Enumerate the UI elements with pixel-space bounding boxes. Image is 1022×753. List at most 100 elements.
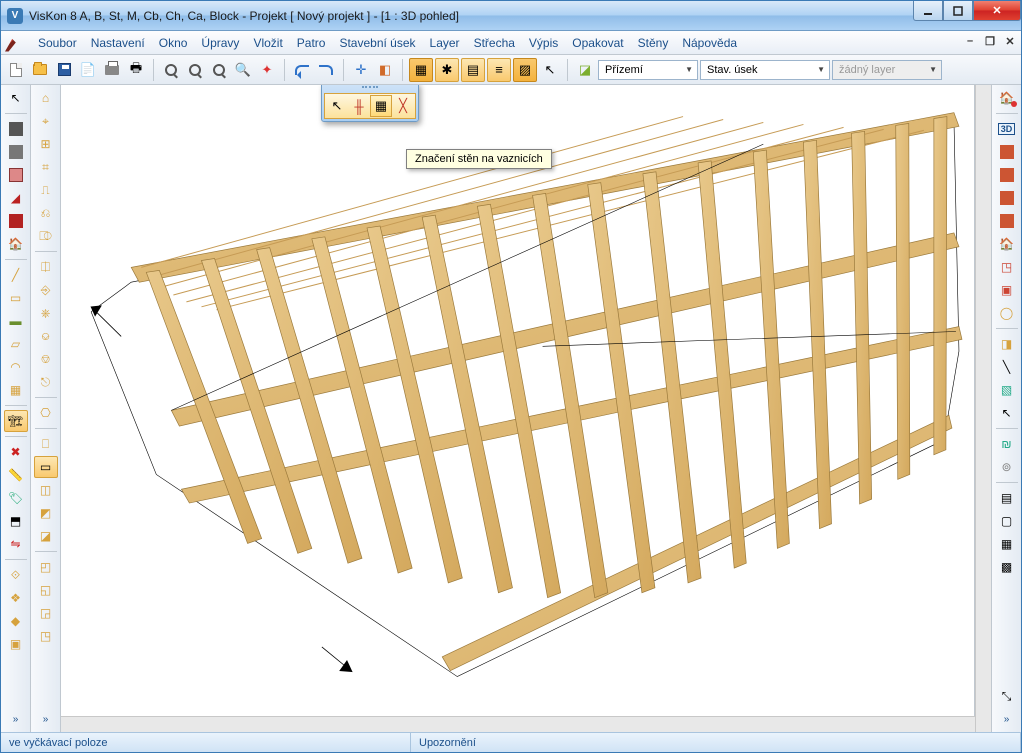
b-tool-19[interactable]: ◪: [34, 525, 58, 547]
redo-button[interactable]: [315, 59, 337, 81]
chevron-down-button-r[interactable]: »: [995, 708, 1019, 730]
zoom-fit-button[interactable]: [208, 59, 230, 81]
menu-layer[interactable]: Layer: [423, 33, 467, 53]
cursor-tool[interactable]: ↖: [4, 87, 28, 109]
b-tool-13[interactable]: ⎋: [34, 371, 58, 393]
view-panel[interactable]: ▣: [995, 279, 1019, 301]
gripper-icon[interactable]: [362, 86, 378, 89]
b-tool-18[interactable]: ◩: [34, 502, 58, 524]
home-view-button[interactable]: 🏠: [995, 87, 1019, 109]
b-tool-21[interactable]: ◱: [34, 579, 58, 601]
b-tool-14[interactable]: ⎔: [34, 402, 58, 424]
print-preview-button[interactable]: 🖶: [125, 59, 147, 81]
menu-patro[interactable]: Patro: [290, 33, 333, 53]
floating-toolbar[interactable]: ↖ ╫ ▦ ╳: [321, 85, 419, 122]
roof-tool[interactable]: ◢: [4, 187, 28, 209]
view-red-4[interactable]: [995, 210, 1019, 232]
float-mark-walls-button[interactable]: ▦: [370, 95, 392, 117]
walls-toggle-button[interactable]: ≡: [487, 58, 511, 82]
open-file-button[interactable]: [29, 59, 51, 81]
b-tool-10[interactable]: ⎈: [34, 302, 58, 324]
section-tool[interactable]: ⬒: [4, 510, 28, 532]
tool-r2[interactable]: ╲: [995, 356, 1019, 378]
layers-toggle-button[interactable]: ▤: [461, 58, 485, 82]
plate-tool[interactable]: ▱: [4, 333, 28, 355]
select-button[interactable]: ↖: [539, 59, 561, 81]
b-tool-1[interactable]: ⌂: [34, 87, 58, 109]
b-tool-3[interactable]: ⊞: [34, 133, 58, 155]
save-button[interactable]: [53, 59, 75, 81]
window-tool[interactable]: [4, 164, 28, 186]
maximize-button[interactable]: [943, 1, 973, 21]
minimize-button[interactable]: [913, 1, 943, 21]
slab-tool[interactable]: [4, 141, 28, 163]
mdi-close-button[interactable]: ✕: [1003, 34, 1017, 48]
house-tool[interactable]: 🏠: [4, 233, 28, 255]
expand-right-button[interactable]: ⤡: [995, 685, 1019, 707]
b-tool-17[interactable]: ◫: [34, 479, 58, 501]
snap-toggle-button[interactable]: ✱: [435, 58, 459, 82]
extras-3[interactable]: ◆: [4, 610, 28, 632]
tag-tool[interactable]: 🏷: [4, 487, 28, 509]
b-tool-4[interactable]: ⌗: [34, 156, 58, 178]
arc-tool[interactable]: ◠: [4, 356, 28, 378]
menu-soubor[interactable]: Soubor: [31, 33, 84, 53]
layer-dropdown[interactable]: žádný layer ▼: [832, 60, 942, 80]
line-tool[interactable]: ╱: [4, 264, 28, 286]
view-circle[interactable]: ◯: [995, 302, 1019, 324]
mdi-minimize-button[interactable]: –: [963, 34, 977, 48]
view-3d-button[interactable]: 3D: [995, 118, 1019, 140]
floor-dropdown[interactable]: Přízemí ▼: [598, 60, 698, 80]
tool-r10[interactable]: ▩: [995, 556, 1019, 578]
cube-button[interactable]: ◧: [374, 59, 396, 81]
floor-3d-button[interactable]: ◪: [574, 59, 596, 81]
print-button[interactable]: [101, 59, 123, 81]
view-red-2[interactable]: [995, 164, 1019, 186]
delete-tool[interactable]: ✖: [4, 441, 28, 463]
chevron-down-button[interactable]: »: [4, 708, 28, 730]
tool-r8[interactable]: ▢: [995, 510, 1019, 532]
zoom-window-button[interactable]: 🔍: [232, 59, 254, 81]
float-cursor-button[interactable]: ↖: [326, 95, 348, 117]
tool-r3[interactable]: ▧: [995, 379, 1019, 401]
rect-tool[interactable]: ▭: [4, 287, 28, 309]
extras-1[interactable]: ⟐: [4, 564, 28, 586]
b-tool-2[interactable]: ⌖: [34, 110, 58, 132]
zoom-out-button[interactable]: [184, 59, 206, 81]
menu-steny[interactable]: Stěny: [631, 33, 676, 53]
view-home-red[interactable]: 🏠: [995, 233, 1019, 255]
menu-stavebni-usek[interactable]: Stavební úsek: [332, 33, 422, 53]
menu-upravy[interactable]: Úpravy: [194, 33, 246, 53]
b-tool-7[interactable]: ⎄: [34, 225, 58, 247]
b-tool-6[interactable]: ⎌: [34, 202, 58, 224]
b-tool-12[interactable]: ⎊: [34, 348, 58, 370]
zoom-in-button[interactable]: [160, 59, 182, 81]
view-cube[interactable]: ◳: [995, 256, 1019, 278]
vertical-scrollbar[interactable]: [975, 85, 991, 732]
undo-button[interactable]: [291, 59, 313, 81]
b-tool-9[interactable]: ⎆: [34, 279, 58, 301]
menu-nastaveni[interactable]: Nastavení: [84, 33, 152, 53]
dim-tool[interactable]: 📏: [4, 464, 28, 486]
menu-okno[interactable]: Okno: [152, 33, 195, 53]
copy-button[interactable]: 📄: [77, 59, 99, 81]
center-button[interactable]: ✛: [350, 59, 372, 81]
float-hatch-button[interactable]: ╫: [348, 95, 370, 117]
measure-button[interactable]: ✦: [256, 59, 278, 81]
horizontal-scrollbar[interactable]: [61, 716, 975, 732]
b-tool-5[interactable]: ⎍: [34, 179, 58, 201]
chevron-down-button-b[interactable]: »: [34, 708, 58, 730]
new-file-button[interactable]: [5, 59, 27, 81]
menu-vlozit[interactable]: Vložit: [246, 33, 289, 53]
b-tool-15[interactable]: ⎕: [34, 433, 58, 455]
b-tool-16[interactable]: ▭: [34, 456, 58, 478]
float-diag-button[interactable]: ╳: [392, 95, 414, 117]
b-tool-22[interactable]: ◲: [34, 602, 58, 624]
close-button[interactable]: ✕: [973, 1, 1021, 21]
tool-r9[interactable]: ▦: [995, 533, 1019, 555]
tool-r4[interactable]: ↖: [995, 402, 1019, 424]
wall-tool[interactable]: [4, 118, 28, 140]
tool-r6[interactable]: ⊚: [995, 456, 1019, 478]
b-tool-8[interactable]: ⎅: [34, 256, 58, 278]
beam-tool[interactable]: ▬: [4, 310, 28, 332]
